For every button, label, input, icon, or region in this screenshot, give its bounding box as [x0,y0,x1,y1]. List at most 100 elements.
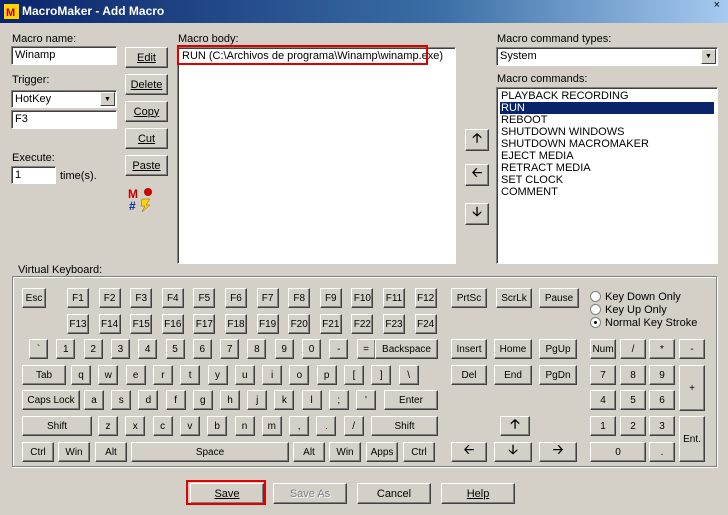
key-num-8[interactable]: 8 [620,365,646,385]
key-letter-row1-9[interactable]: p [316,365,337,385]
help-button[interactable]: Help [441,483,515,504]
execute-count-input[interactable]: 1 [11,166,56,184]
key-num-7[interactable]: 7 [590,365,616,385]
delete-button[interactable]: Delete [125,74,168,95]
move-down-button[interactable]: 🡣 [465,203,489,225]
key-pgup[interactable]: PgUp [539,339,577,359]
key-num-5[interactable]: 5 [620,390,646,410]
key-f-7[interactable]: F8 [288,288,311,308]
command-item[interactable]: EJECT MEDIA [500,150,714,162]
key-f-2[interactable]: F3 [130,288,153,308]
key-insert[interactable]: Insert [451,339,487,359]
key-letter-row1-6[interactable]: u [234,365,255,385]
key-letter-row3-4[interactable]: b [207,416,228,436]
key-alt-left[interactable]: Alt [95,442,127,462]
key-f-11[interactable]: F12 [414,288,437,308]
key-letter-row1-8[interactable]: o [289,365,310,385]
key-delete[interactable]: Del [451,365,487,385]
key-num-enter[interactable]: Ent. [679,416,705,462]
key-num-1[interactable]: 1 [590,416,616,436]
key-letter-row3-5[interactable]: n [234,416,255,436]
key-f-5[interactable]: F6 [225,288,247,308]
macro-name-input[interactable]: Winamp [11,46,117,65]
key-letter-row2-10[interactable]: ' [356,390,376,410]
chevron-down-icon[interactable]: ▼ [701,49,716,64]
key-num-4[interactable]: 4 [590,390,616,410]
macro-body-editor[interactable]: RUN (C:\Archivos de programa\Winamp\wina… [177,47,456,264]
key-numlock[interactable]: Num [590,339,616,359]
key-tab[interactable]: Tab [22,365,66,385]
insert-command-button[interactable]: 🡠 [465,164,489,186]
key-f-4[interactable]: F5 [193,288,216,308]
key-backspace[interactable]: Backspace [375,339,438,359]
key-f-3[interactable]: F4 [161,288,184,308]
key-f-extended-1[interactable]: F14 [98,314,121,334]
key-f-extended-2[interactable]: F15 [130,314,153,334]
key-letter-row2-5[interactable]: h [220,390,240,410]
trigger-select[interactable]: HotKey ▼ [11,90,117,108]
key-num-plus[interactable]: + [679,365,705,411]
key-number-row-3[interactable]: 3 [110,339,130,359]
key-right[interactable]: 🡢 [539,442,577,462]
key-ctrl-left[interactable]: Ctrl [22,442,54,462]
key-letter-row3-0[interactable]: z [98,416,118,436]
key-letter-row2-1[interactable]: s [111,390,132,410]
move-up-button[interactable]: 🡡 [465,129,489,151]
key-printscreen[interactable]: PrtSc [451,288,487,308]
save-as-button[interactable]: Save As [273,483,347,504]
key-letter-row1-1[interactable]: w [98,365,119,385]
key-letter-row3-7[interactable]: , [289,416,310,436]
key-num-3[interactable]: 3 [649,416,675,436]
key-num-dot[interactable]: . [649,442,675,462]
key-letter-row1-12[interactable]: \ [398,365,419,385]
key-letter-row3-2[interactable]: c [152,416,173,436]
macro-commands-list[interactable]: PLAYBACK RECORDING RUN REBOOT SHUTDOWN W… [496,87,718,264]
title-bar[interactable]: M MacroMaker - Add Macro × [0,0,728,23]
key-down[interactable]: 🡣 [494,442,532,462]
command-item[interactable]: PLAYBACK RECORDING [500,90,714,102]
key-capslock[interactable]: Caps Lock [22,390,80,410]
key-number-row-9[interactable]: 9 [274,339,294,359]
key-number-row-5[interactable]: 5 [165,339,185,359]
trigger-key-input[interactable]: F3 [11,110,117,129]
key-letter-row2-2[interactable]: d [138,390,159,410]
key-num-0[interactable]: 0 [590,442,646,462]
key-letter-row2-7[interactable]: k [274,390,295,410]
key-up[interactable]: 🡡 [500,416,530,436]
key-letter-row3-3[interactable]: v [179,416,200,436]
key-number-row-6[interactable]: 6 [192,339,212,359]
close-icon[interactable]: × [714,0,720,17]
key-letter-row2-6[interactable]: j [247,390,268,410]
key-letter-row2-0[interactable]: a [84,390,104,410]
radio-key-up[interactable]: Key Up Only [590,303,697,316]
key-letter-row1-3[interactable]: r [152,365,173,385]
key-f-extended-11[interactable]: F24 [414,314,437,334]
command-item-selected[interactable]: RUN [500,102,714,114]
paste-button[interactable]: Paste [125,155,168,176]
key-win-right[interactable]: Win [329,442,361,462]
key-home[interactable]: Home [494,339,532,359]
key-scrolllock[interactable]: ScrLk [496,288,532,308]
command-types-select[interactable]: System ▼ [496,47,718,66]
key-apps[interactable]: Apps [366,442,398,462]
key-number-row-7[interactable]: 7 [220,339,240,359]
key-letter-row1-10[interactable]: [ [344,365,364,385]
key-number-row-2[interactable]: 2 [83,339,103,359]
cut-button[interactable]: Cut [125,128,168,149]
key-number-row-11[interactable]: - [329,339,349,359]
command-item[interactable]: COMMENT [500,186,714,198]
key-letter-row3-6[interactable]: m [261,416,282,436]
key-enter[interactable]: Enter [384,390,438,410]
key-number-row-10[interactable]: 0 [302,339,321,359]
key-pgdn[interactable]: PgDn [539,365,577,385]
radio-key-up-indicator[interactable] [590,304,601,315]
key-f-6[interactable]: F7 [256,288,279,308]
key-num-divide[interactable]: / [620,339,646,359]
key-num-9[interactable]: 9 [649,365,675,385]
key-f-extended-5[interactable]: F18 [225,314,247,334]
key-esc[interactable]: Esc [22,288,46,308]
key-alt-right[interactable]: Alt [293,442,325,462]
key-letter-row1-11[interactable]: ] [371,365,392,385]
key-f-extended-4[interactable]: F17 [193,314,216,334]
key-number-row-8[interactable]: 8 [247,339,267,359]
